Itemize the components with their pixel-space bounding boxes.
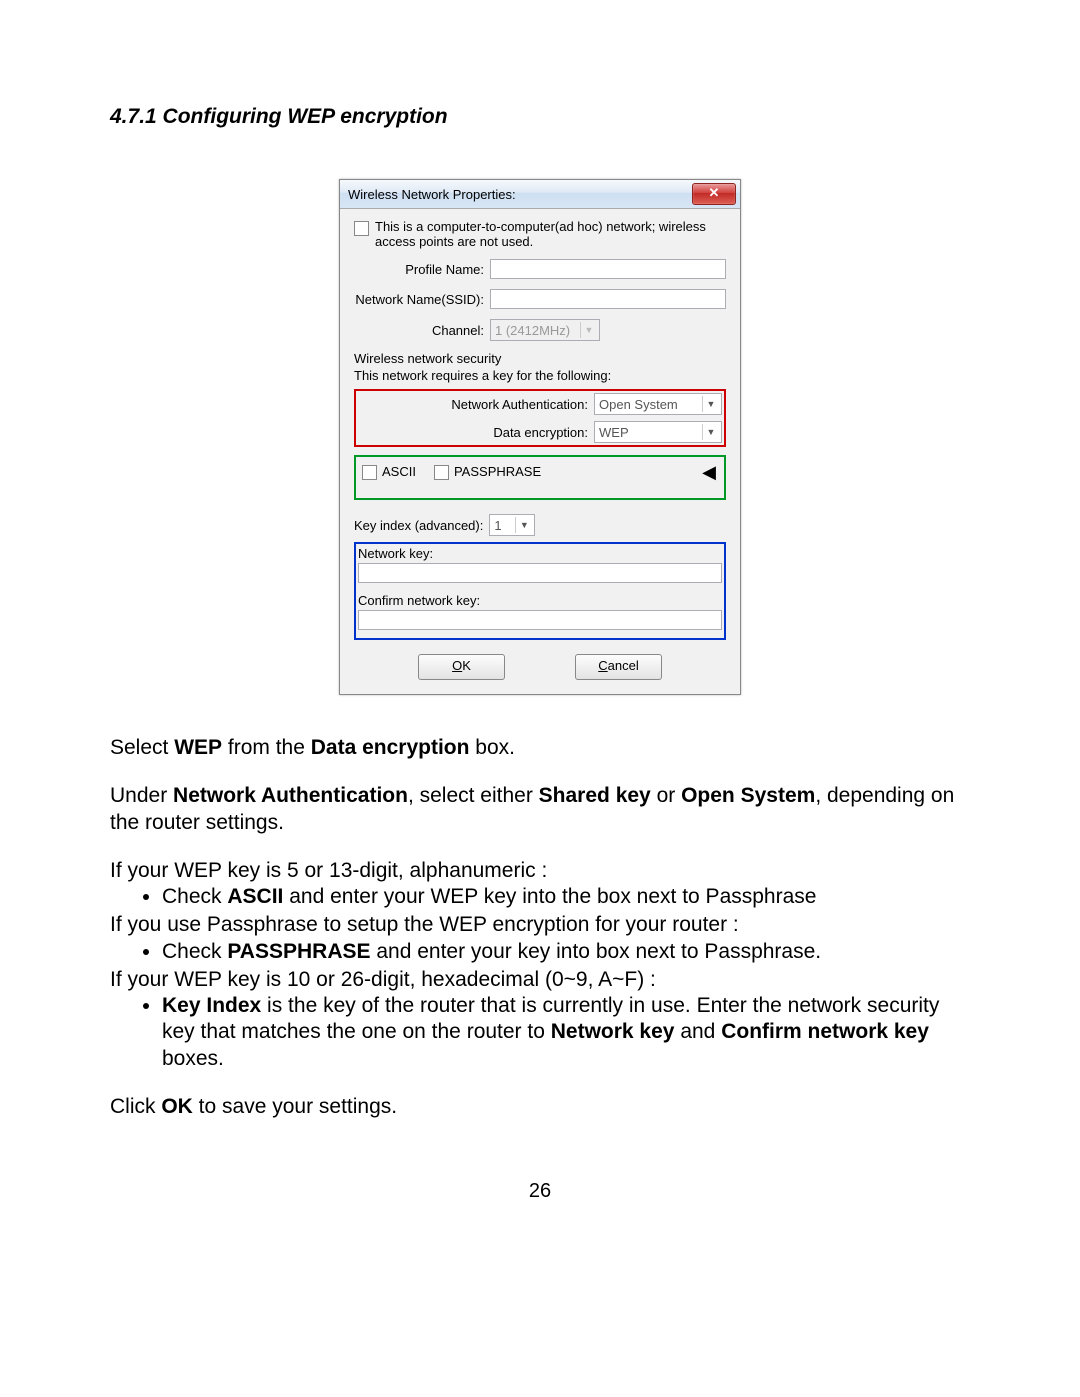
instruction-6: Click OK to save your settings. (110, 1094, 970, 1120)
wireless-properties-dialog: Wireless Network Properties: ✕ This is a… (339, 179, 741, 695)
bullet-ascii: Check ASCII and enter your WEP key into … (162, 884, 970, 910)
dialog-screenshot: Wireless Network Properties: ✕ This is a… (110, 179, 970, 695)
enc-label: Data encryption: (358, 425, 594, 440)
arrow-left-icon: ◀ (702, 463, 716, 481)
instruction-3: If your WEP key is 5 or 13-digit, alphan… (110, 858, 970, 884)
confirm-key-input[interactable] (358, 610, 722, 630)
network-key-highlight: Network key: Confirm network key: (354, 542, 726, 640)
ok-button[interactable]: OK (418, 654, 505, 680)
cancel-button[interactable]: Cancel (575, 654, 662, 680)
section-title: 4.7.1 Configuring WEP encryption (110, 105, 970, 129)
enc-select[interactable]: WEP ▼ (594, 421, 722, 443)
key-index-label: Key index (advanced): (354, 518, 483, 533)
profile-name-label: Profile Name: (354, 262, 490, 277)
chevron-down-icon: ▼ (580, 322, 597, 338)
chevron-down-icon: ▼ (702, 424, 719, 440)
ascii-checkbox[interactable] (362, 465, 377, 480)
key-index-value: 1 (494, 518, 501, 533)
auth-label: Network Authentication: (358, 397, 594, 412)
network-key-input[interactable] (358, 563, 722, 583)
instruction-1: Select WEP from the Data encryption box. (110, 735, 970, 761)
chevron-down-icon: ▼ (702, 396, 719, 412)
auth-enc-highlight: Network Authentication: Open System ▼ Da… (354, 389, 726, 447)
auth-value: Open System (599, 397, 678, 412)
close-button[interactable]: ✕ (692, 183, 736, 205)
security-sub-label: This network requires a key for the foll… (354, 368, 726, 383)
chevron-down-icon: ▼ (515, 517, 532, 533)
auth-select[interactable]: Open System ▼ (594, 393, 722, 415)
page-number: 26 (110, 1180, 970, 1203)
bullet-keyindex: Key Index is the key of the router that … (162, 993, 970, 1072)
security-group-label: Wireless network security (354, 351, 726, 366)
confirm-key-label: Confirm network key: (358, 593, 722, 608)
passphrase-checkbox[interactable] (434, 465, 449, 480)
instruction-2: Under Network Authentication, select eit… (110, 783, 970, 836)
profile-name-input[interactable] (490, 259, 726, 279)
ssid-label: Network Name(SSID): (354, 292, 490, 307)
ssid-input[interactable] (490, 289, 726, 309)
channel-value: 1 (2412MHz) (495, 323, 570, 338)
instruction-5: If your WEP key is 10 or 26-digit, hexad… (110, 967, 970, 993)
adhoc-label: This is a computer-to-computer(ad hoc) n… (375, 219, 726, 249)
adhoc-checkbox[interactable] (354, 221, 369, 236)
ascii-passphrase-highlight: ASCII PASSPHRASE ◀ (354, 455, 726, 500)
ascii-label: ASCII (382, 464, 416, 479)
dialog-title: Wireless Network Properties: (348, 187, 516, 202)
channel-select: 1 (2412MHz) ▼ (490, 319, 600, 341)
dialog-titlebar: Wireless Network Properties: ✕ (340, 180, 740, 209)
bullet-passphrase: Check PASSPHRASE and enter your key into… (162, 939, 970, 965)
network-key-label: Network key: (358, 546, 722, 561)
key-index-select[interactable]: 1 ▼ (489, 514, 535, 536)
passphrase-label: PASSPHRASE (454, 464, 541, 479)
channel-label: Channel: (354, 323, 490, 338)
enc-value: WEP (599, 425, 629, 440)
instruction-4: If you use Passphrase to setup the WEP e… (110, 912, 970, 938)
